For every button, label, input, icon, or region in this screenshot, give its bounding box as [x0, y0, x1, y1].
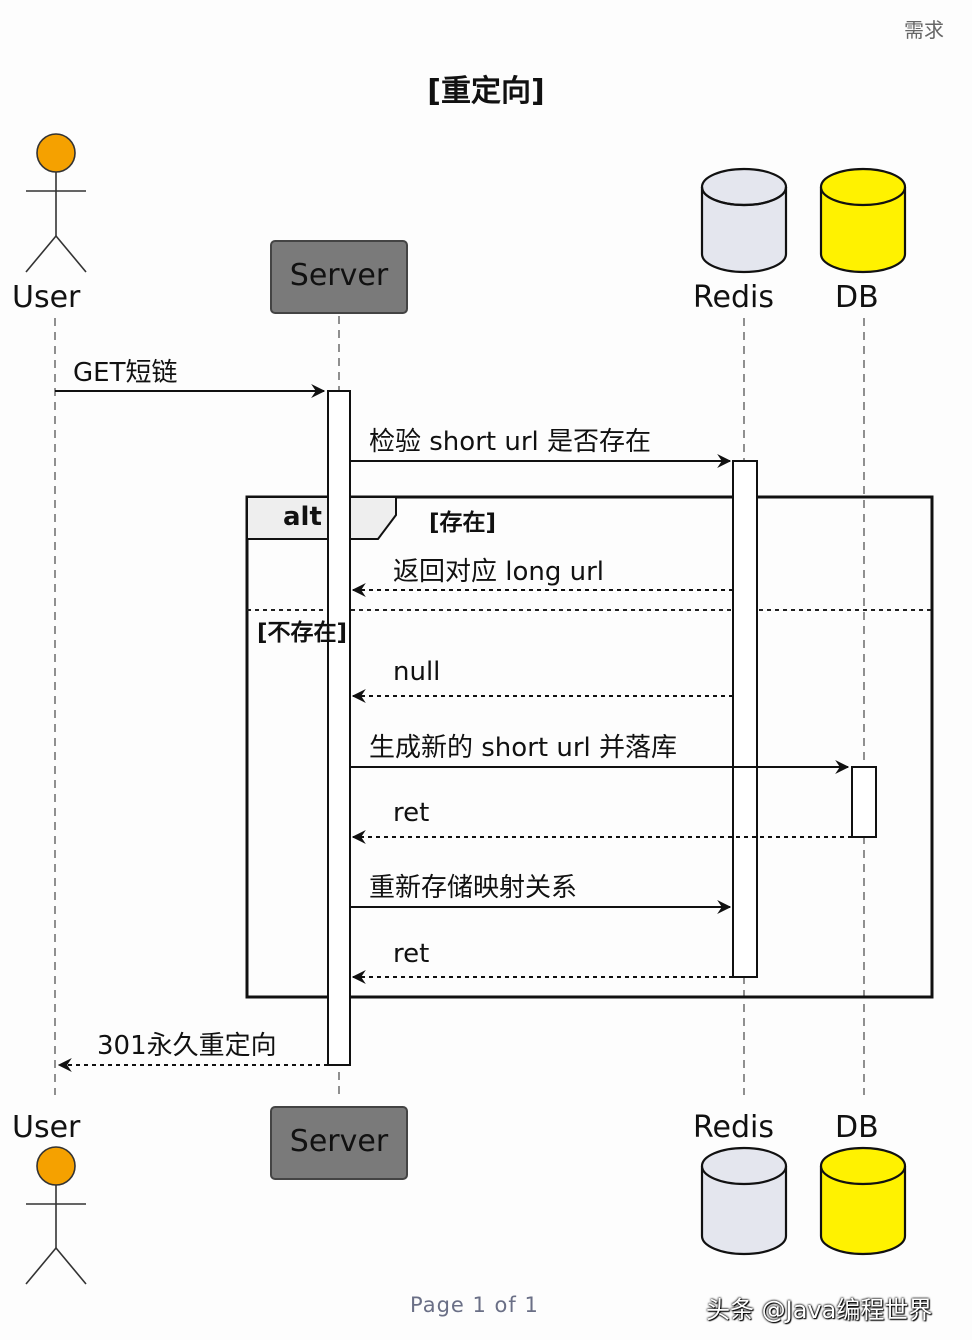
alt-keyword: alt: [283, 502, 322, 532]
participant-db-bottom: DB: [835, 1110, 879, 1145]
message-label-5: 生成新的 short url 并落库: [369, 733, 678, 763]
participant-user-bottom: User: [12, 1110, 81, 1145]
redis-activation: [732, 460, 758, 978]
page-number: Page 1 of 1: [410, 1293, 539, 1317]
message-label-9: 301永久重定向: [97, 1031, 277, 1061]
redis-database-icon: [700, 167, 788, 274]
message-label-1: GET短链: [73, 358, 178, 388]
redis-database-icon-bottom: [700, 1146, 788, 1256]
user-actor-icon: [25, 133, 87, 273]
participant-redis-bottom: Redis: [693, 1110, 774, 1145]
alt-guard-not-exists: [不存在]: [257, 620, 348, 646]
db-activation: [851, 766, 877, 838]
db-database-icon: [819, 167, 907, 274]
participant-server-top: Server: [289, 258, 389, 293]
watermark: 头条 @Java编程世界: [706, 1296, 933, 1324]
alt-guard-exists: [存在]: [429, 510, 497, 536]
participant-db-top: DB: [835, 280, 879, 315]
message-label-8: ret: [393, 939, 430, 969]
db-database-icon-bottom: [819, 1146, 907, 1256]
message-label-2: 检验 short url 是否存在: [369, 427, 652, 457]
message-label-3: 返回对应 long url: [393, 557, 605, 587]
user-actor-icon-bottom: [25, 1146, 87, 1285]
message-label-7: 重新存储映射关系: [369, 873, 578, 903]
message-label-4: null: [393, 657, 441, 687]
participant-redis-top: Redis: [693, 280, 774, 315]
server-activation: [327, 390, 351, 1066]
header-tag: 需求: [904, 18, 944, 42]
diagram-title: [重定向]: [427, 74, 545, 109]
participant-user-top: User: [12, 280, 81, 315]
sequence-diagram: [25, 133, 934, 1285]
participant-server-bottom: Server: [289, 1124, 389, 1159]
message-label-6: ret: [393, 798, 430, 828]
